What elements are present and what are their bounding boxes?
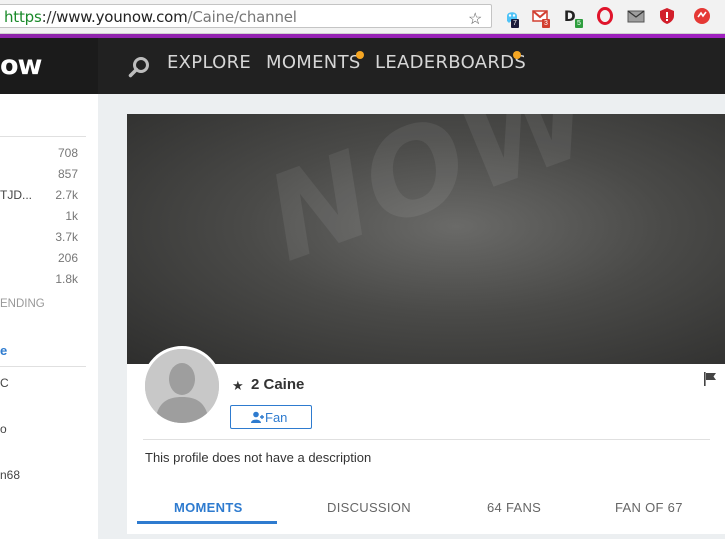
- sidebar-row-count: 1.8k: [55, 272, 78, 286]
- banner-watermark: NOW: [249, 114, 613, 288]
- nav-leaderboards[interactable]: LEADERBOARDS: [375, 52, 526, 73]
- browser-toolbar: https://www.younow.com/Caine/channel ☆ 7…: [0, 0, 725, 34]
- profile-card: NOW ★ 2 Caine Fan This profile does not …: [127, 114, 725, 534]
- tab-fan-of[interactable]: FAN OF 67: [615, 500, 683, 515]
- fan-button-label: Fan: [265, 410, 288, 425]
- sidebar-row[interactable]: TJD... 2.7k: [0, 185, 84, 205]
- nav-explore[interactable]: EXPLORE: [167, 52, 251, 73]
- sidebar-row-count: 206: [57, 251, 78, 265]
- tab-fans[interactable]: 64 FANS: [487, 500, 541, 515]
- active-tab-indicator: [137, 521, 277, 524]
- opera-extension-icon[interactable]: [596, 7, 614, 25]
- profile-description: This profile does not have a description: [145, 450, 372, 465]
- star-icon: ★: [232, 378, 244, 393]
- address-bar[interactable]: https://www.younow.com/Caine/channel ☆: [0, 4, 492, 28]
- sidebar-divider: [0, 366, 86, 367]
- site-header: ow EXPLORE MOMENTS LEADERBOARDS: [0, 38, 725, 94]
- sidebar-row-count: 1k: [65, 209, 78, 223]
- url-path: /Caine/channel: [187, 8, 297, 26]
- url-separator: ://: [41, 8, 57, 26]
- search-icon[interactable]: [128, 56, 150, 78]
- ghost-badge: 7: [511, 19, 519, 28]
- url-host: www.younow.com: [56, 8, 188, 26]
- red-circle-extension-icon[interactable]: [693, 7, 711, 25]
- page: https://www.younow.com/Caine/channel ☆ 7…: [0, 0, 725, 539]
- d-badge: 5: [575, 19, 583, 28]
- profile-banner: NOW: [127, 114, 725, 364]
- moments-notification-dot: [356, 51, 364, 59]
- avatar[interactable]: [142, 346, 222, 426]
- sidebar-row[interactable]: 857: [0, 164, 84, 184]
- logo-area[interactable]: ow: [0, 38, 98, 94]
- url-text[interactable]: https://www.younow.com/Caine/channel: [4, 8, 297, 26]
- sidebar-row[interactable]: 1k: [0, 206, 84, 226]
- profile-username: 2 Caine: [251, 376, 305, 393]
- tab-discussion[interactable]: DISCUSSION: [327, 500, 411, 515]
- sidebar-link[interactable]: e: [0, 343, 7, 358]
- sidebar-divider: [0, 136, 86, 137]
- sidebar-row[interactable]: 708: [0, 143, 84, 163]
- sidebar-row-name: TJD...: [0, 188, 32, 202]
- sidebar-row[interactable]: 3.7k: [0, 227, 84, 247]
- add-user-icon: [251, 411, 264, 423]
- fan-button[interactable]: Fan: [230, 405, 312, 429]
- sidebar-row-count: 708: [57, 146, 78, 160]
- flag-icon[interactable]: [703, 372, 717, 386]
- sidebar-item[interactable]: o: [0, 422, 7, 436]
- sidebar: 708 857 TJD... 2.7k 1k 3.7k 206 1.8k ENDI…: [0, 94, 98, 539]
- younow-logo[interactable]: ow: [0, 50, 42, 81]
- tab-moments[interactable]: MOMENTS: [174, 500, 243, 515]
- fan-button-content: Fan: [251, 410, 287, 425]
- default-avatar-icon: [145, 349, 219, 423]
- profile-divider: [143, 439, 710, 440]
- sidebar-item[interactable]: n68: [0, 468, 20, 482]
- sidebar-item[interactable]: C: [0, 376, 9, 390]
- leaderboards-notification-dot: [513, 51, 521, 59]
- sidebar-row[interactable]: 206: [0, 248, 84, 268]
- sidebar-row[interactable]: 1.8k: [0, 269, 84, 289]
- svg-text:D: D: [564, 9, 576, 25]
- url-scheme: https: [4, 8, 42, 26]
- nav-moments[interactable]: MOMENTS: [266, 52, 361, 73]
- sidebar-row-count: 3.7k: [55, 230, 78, 244]
- gmail-badge: 3: [542, 19, 550, 28]
- bookmark-star-icon[interactable]: ☆: [468, 9, 482, 29]
- sidebar-trending-label: ENDING: [0, 298, 45, 310]
- sidebar-row-count: 2.7k: [55, 188, 78, 202]
- sidebar-row-count: 857: [57, 167, 78, 181]
- mail-extension-icon[interactable]: [627, 7, 645, 25]
- shield-extension-icon[interactable]: [658, 7, 676, 25]
